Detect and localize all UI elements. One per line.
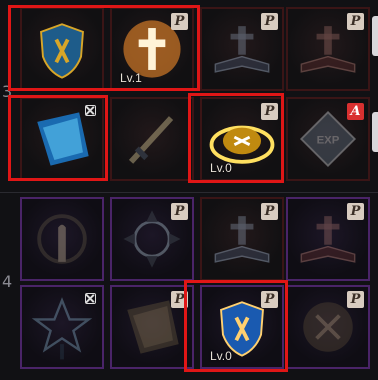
passive-badge: P [261, 13, 278, 30]
locked-icon [85, 105, 96, 116]
active-badge: A [347, 103, 364, 120]
passive-badge: P [261, 203, 278, 220]
skill-slot[interactable]: P [286, 7, 370, 91]
skill-slot[interactable]: P Lv.0 [200, 285, 284, 369]
skill-slot[interactable] [20, 285, 104, 369]
skill-slot[interactable]: P [110, 285, 194, 369]
scroll-handle[interactable] [372, 112, 378, 152]
skill-level: Lv.1 [120, 71, 142, 85]
skill-slot[interactable]: P Lv.0 [200, 97, 284, 181]
skill-slot[interactable]: P Lv.1 [110, 7, 194, 91]
skill-slot[interactable]: P [286, 197, 370, 281]
tier-label-4: 4 [2, 272, 13, 291]
skill-level: Lv.0 [210, 161, 232, 175]
shield-emblem-icon [40, 23, 84, 79]
skill-slot[interactable] [20, 197, 104, 281]
skill-slot[interactable] [110, 97, 194, 181]
locked-icon [85, 293, 96, 304]
skill-slot[interactable]: P [110, 197, 194, 281]
passive-badge: P [261, 291, 278, 308]
passive-badge: P [261, 103, 278, 120]
tier-divider [0, 192, 378, 193]
scroll-handle[interactable] [372, 16, 378, 56]
praying-hands-icon [37, 214, 87, 264]
tier-label-3: 3 [2, 82, 13, 101]
skill-slot[interactable] [20, 7, 104, 91]
svg-text:EXP: EXP [317, 135, 340, 147]
passive-badge: P [171, 13, 188, 30]
passive-badge: P [171, 203, 188, 220]
skill-level: Lv.0 [210, 349, 232, 363]
glowing-sword-icon [128, 116, 174, 164]
skill-slot[interactable]: P [200, 197, 284, 281]
passive-badge: P [347, 291, 364, 308]
passive-badge: P [347, 13, 364, 30]
skill-slot[interactable] [20, 97, 104, 181]
passive-badge: P [347, 203, 364, 220]
skill-slot[interactable]: EXP A [286, 97, 370, 181]
skill-slot[interactable]: P [200, 7, 284, 91]
skill-slot[interactable]: P [286, 285, 370, 369]
passive-badge: P [171, 291, 188, 308]
